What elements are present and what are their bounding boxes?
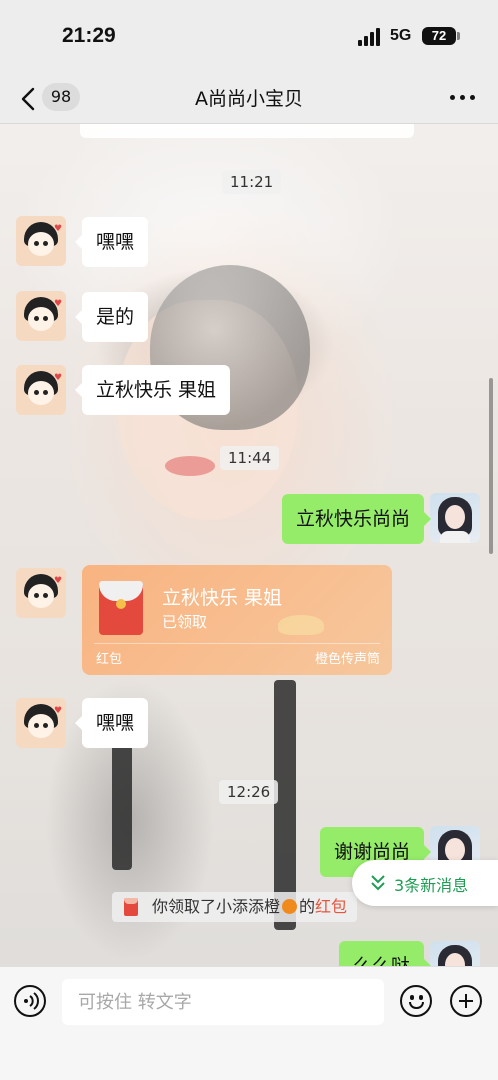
red-packet-icon [99, 581, 143, 635]
contact-avatar[interactable]: ♥ [16, 216, 66, 266]
input-bar [0, 966, 498, 1080]
contact-avatar[interactable]: ♥ [16, 291, 66, 341]
received-message[interactable]: 嘿嘿 [74, 698, 149, 748]
received-message[interactable]: 嘿嘿 [74, 217, 149, 267]
red-packet-title: 立秋快乐 果姐 [162, 587, 283, 609]
my-avatar[interactable] [430, 493, 480, 543]
system-message-text: 你领取了小添添橙 [152, 897, 281, 916]
emoji-icon[interactable] [400, 985, 432, 1017]
system-message-text: 的 [299, 897, 316, 916]
wallpaper-figure-lips [165, 456, 215, 476]
contact-avatar[interactable]: ♥ [16, 365, 66, 415]
contact-avatar[interactable]: ♥ [16, 568, 66, 618]
orange-emoji-icon [282, 899, 298, 914]
gold-ingot-icon [278, 615, 324, 635]
status-bar: 21:29 5G 72 [0, 0, 498, 74]
battery-icon: 72 [422, 27, 456, 45]
received-message[interactable]: 立秋快乐 果姐 [74, 365, 231, 415]
double-chevron-down-icon [371, 875, 385, 891]
sent-message[interactable]: 立秋快乐尚尚 [281, 494, 432, 544]
voice-input-icon[interactable] [14, 985, 46, 1017]
previous-message-bubble [80, 124, 414, 138]
scrollbar[interactable] [489, 378, 493, 554]
contact-avatar[interactable]: ♥ [16, 698, 66, 748]
status-time: 21:29 [62, 24, 116, 47]
system-message: 你领取了小添添橙 的红包 [112, 892, 358, 922]
new-messages-label: 3条新消息 [394, 876, 469, 895]
red-packet-type: 红包 [96, 652, 123, 667]
red-packet-link[interactable]: 红包 [315, 897, 347, 916]
network-label: 5G [390, 27, 412, 44]
red-packet-cover-name: 橙色传声筒 [314, 652, 380, 667]
received-message[interactable]: 是的 [74, 292, 149, 342]
new-messages-button[interactable]: 3条新消息 [352, 860, 498, 906]
chat-header: 98 A尚尚小宝贝 [0, 74, 498, 124]
red-packet-status: 已领取 [162, 613, 208, 631]
plus-icon[interactable] [450, 985, 482, 1017]
timestamp: 11:21 [222, 170, 282, 194]
timestamp: 11:44 [220, 446, 280, 470]
red-packet-icon [124, 898, 138, 916]
signal-icon [358, 28, 382, 46]
battery-tip [457, 32, 460, 40]
message-input[interactable] [62, 979, 384, 1025]
timestamp: 12:26 [219, 780, 279, 804]
chat-title: A尚尚小宝贝 [195, 88, 303, 110]
divider [94, 643, 380, 644]
more-options-icon[interactable] [450, 84, 476, 110]
red-packet-card[interactable]: 立秋快乐 果姐 已领取 红包 橙色传声筒 [82, 565, 392, 675]
